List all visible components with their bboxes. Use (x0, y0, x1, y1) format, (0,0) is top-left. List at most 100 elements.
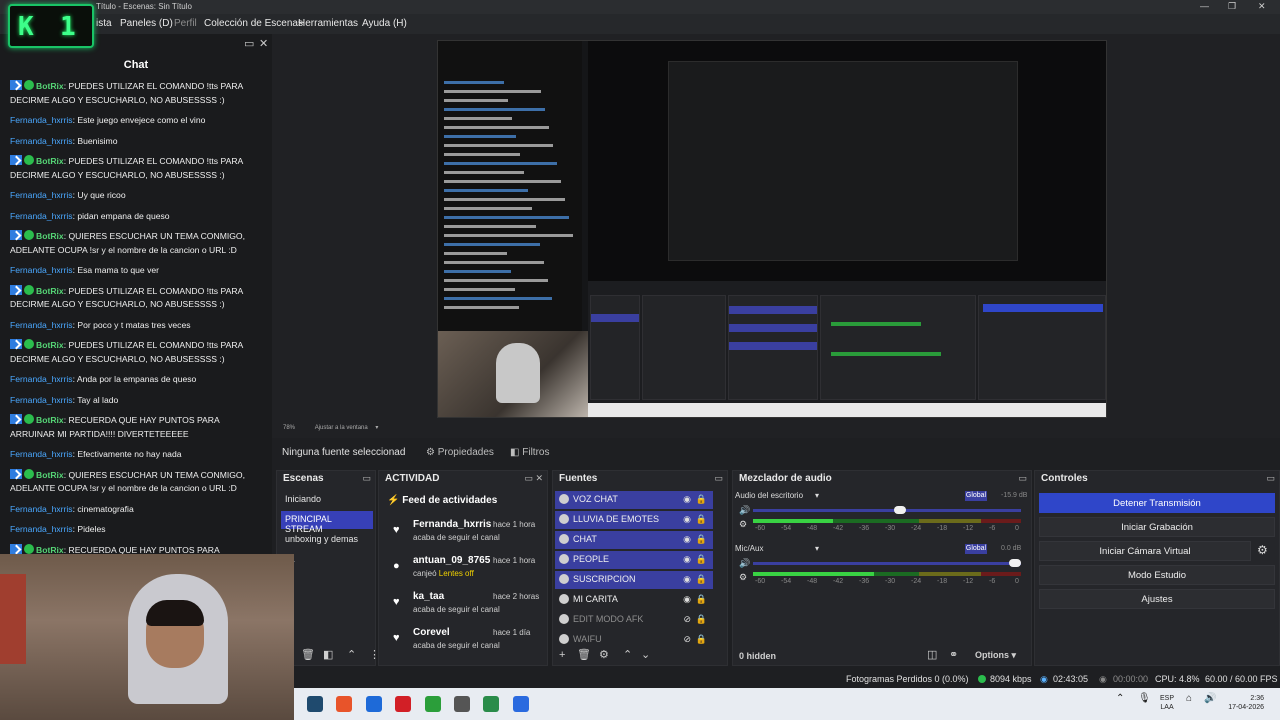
close-icon[interactable]: ✕ (1258, 1, 1266, 12)
xbox-app-icon[interactable] (425, 696, 441, 712)
properties-button[interactable]: ⚙ Propiedades (420, 445, 500, 461)
link-icon[interactable]: ⚭ (949, 648, 958, 661)
lock-icon[interactable]: 🔒 (696, 514, 707, 525)
chat-username[interactable]: Fernanda_hxrris (10, 211, 73, 221)
clock[interactable]: 2:36 17-04-2026 (1222, 694, 1264, 712)
eye-icon[interactable]: ◉ (683, 594, 691, 605)
volume-icon[interactable]: 🔊 (739, 558, 750, 569)
scene-item[interactable]: sa (281, 551, 373, 569)
language-indicator[interactable]: ESP LAA (1160, 694, 1174, 712)
terminal-app-icon[interactable] (307, 696, 323, 712)
chat-username[interactable]: BotRix (36, 545, 64, 555)
tray-chevron-icon[interactable]: ⌃ (1116, 694, 1124, 704)
feed-item[interactable]: ● antuan_09_8765 hace 1 hora canjeó Lentes … (383, 555, 543, 587)
start-recording-button[interactable]: Iniciar Grabación (1039, 517, 1275, 537)
layout-icon[interactable]: ◫ (927, 648, 937, 661)
feed-item[interactable]: ♥ ka_taa hace 2 horas acaba de seguir el ca… (383, 591, 543, 623)
zoom-level[interactable]: 78% (283, 425, 295, 431)
eye-icon[interactable]: ◉ (683, 574, 691, 585)
chevron-down-icon[interactable]: ▾ (815, 544, 819, 553)
menu-view[interactable]: ista (96, 18, 112, 29)
chat-username[interactable]: BotRix (36, 340, 64, 350)
stop-streaming-button[interactable]: Detener Transmisión (1039, 493, 1275, 513)
trash-icon[interactable]: 🗑 (577, 648, 591, 661)
zoom-controls[interactable]: 78% Ajustar a la ventana ▾ (283, 424, 378, 431)
undock-icon[interactable]: ▭ (244, 37, 254, 50)
file-app-icon[interactable] (366, 696, 382, 712)
menu-scene-collection[interactable]: Colección de Escenas (204, 18, 303, 29)
add-icon[interactable]: + (559, 649, 565, 661)
chat-close-icon[interactable]: ✕ (259, 37, 268, 50)
stream-preview[interactable] (437, 40, 1107, 418)
menu-help[interactable]: Ayuda (H) (362, 18, 407, 29)
shield-app-icon[interactable] (454, 696, 470, 712)
channel-gear-icon[interactable]: ⚙ (739, 572, 747, 583)
mixer-undock-icon[interactable]: ▭ (1018, 473, 1027, 484)
lock-icon[interactable]: 🔒 (696, 634, 707, 645)
eye-icon[interactable]: ◉ (683, 514, 691, 525)
chat-username[interactable]: BotRix (36, 156, 64, 166)
source-item[interactable]: CHAT ◉ 🔒 (555, 531, 713, 549)
chrome-app-icon[interactable] (483, 696, 499, 712)
gear-icon[interactable]: ⚙ (599, 648, 609, 661)
lock-icon[interactable]: 🔒 (696, 554, 707, 565)
feed-item[interactable]: ♥ Corevel hace 1 día acaba de seguir el can… (383, 627, 543, 659)
chat-username[interactable]: BotRix (36, 415, 64, 425)
minimize-icon[interactable]: — (1200, 1, 1209, 11)
feed-item[interactable]: ♥ Fernanda_hxrris hace 1 hora acaba de segu… (383, 519, 543, 551)
eye-hidden-icon[interactable]: ⊘ (683, 614, 691, 625)
move-down-icon[interactable]: ⌄ (641, 648, 650, 661)
menu-tools[interactable]: Herramientas (298, 18, 358, 29)
slider-knob[interactable] (893, 506, 906, 514)
menu-docks[interactable]: Paneles (D) (120, 18, 173, 29)
chat-username[interactable]: BotRix (36, 81, 64, 91)
source-item[interactable]: LLUVIA DE EMOTES ◉ 🔒 (555, 511, 713, 529)
chat-username[interactable]: Fernanda_hxrris (10, 524, 73, 534)
lock-icon[interactable]: 🔒 (696, 534, 707, 545)
scene-item[interactable]: PRINCIPAL STREAM (281, 511, 373, 534)
microphone-icon[interactable]: 🎙 (1138, 694, 1151, 704)
fit-to-window[interactable]: Ajustar a la ventana (315, 425, 368, 431)
eye-icon[interactable]: ◉ (683, 534, 691, 545)
chat-username[interactable]: Fernanda_hxrris (10, 320, 73, 330)
chat-username[interactable]: BotRix (36, 231, 64, 241)
chat-username[interactable]: BotRix (36, 286, 64, 296)
volume-icon[interactable]: 🔊 (1204, 694, 1216, 704)
source-item[interactable]: PEOPLE ◉ 🔒 (555, 551, 713, 569)
chat-username[interactable]: Fernanda_hxrris (10, 115, 73, 125)
volume-icon[interactable]: 🔊 (739, 505, 750, 516)
lock-icon[interactable]: 🔒 (696, 494, 707, 505)
settings-button[interactable]: Ajustes (1039, 589, 1275, 609)
network-icon[interactable]: ⌂ (1186, 694, 1192, 704)
move-up-icon[interactable]: ⌃ (347, 648, 356, 661)
sources-undock-icon[interactable]: ▭ (714, 473, 723, 484)
trash-icon[interactable]: 🗑 (301, 648, 315, 661)
start-virtual-camera-button[interactable]: Iniciar Cámara Virtual (1039, 541, 1251, 561)
chat-username[interactable]: Fernanda_hxrris (10, 374, 73, 384)
lock-icon[interactable]: 🔒 (696, 594, 707, 605)
source-item[interactable]: EDIT MODO AFK ⊘ 🔒 (555, 611, 713, 629)
scene-filter-icon[interactable]: ◧ (323, 648, 333, 661)
source-item[interactable]: VOZ CHAT ◉ 🔒 (555, 491, 713, 509)
chat-username[interactable]: Fernanda_hxrris (10, 395, 73, 405)
move-up-icon[interactable]: ⌃ (623, 648, 632, 661)
chat-username[interactable]: Fernanda_hxrris (10, 136, 73, 146)
chat-username[interactable]: Fernanda_hxrris (10, 190, 73, 200)
netflix-app-icon[interactable] (395, 696, 411, 712)
maximize-icon[interactable]: ❐ (1228, 1, 1236, 12)
volume-slider[interactable] (753, 559, 1021, 567)
menu-profile[interactable]: Perfil (174, 18, 197, 29)
media-app-icon[interactable] (336, 696, 352, 712)
activity-dock-icons[interactable]: ▭ ✕ (524, 473, 543, 484)
chat-username[interactable]: Fernanda_hxrris (10, 265, 73, 275)
scene-item[interactable]: unboxing y demas (281, 531, 373, 549)
scene-item[interactable]: Iniciando (281, 491, 373, 509)
chat-username[interactable]: BotRix (36, 470, 64, 480)
controls-undock-icon[interactable]: ▭ (1266, 473, 1275, 484)
chevron-down-icon[interactable]: ▾ (815, 491, 819, 500)
eye-icon[interactable]: ◉ (683, 554, 691, 565)
lock-icon[interactable]: 🔒 (696, 614, 707, 625)
eye-icon[interactable]: ◉ (683, 494, 691, 505)
studio-mode-button[interactable]: Modo Estudio (1039, 565, 1275, 585)
dock-undock-icon[interactable]: ▭ (362, 473, 371, 484)
